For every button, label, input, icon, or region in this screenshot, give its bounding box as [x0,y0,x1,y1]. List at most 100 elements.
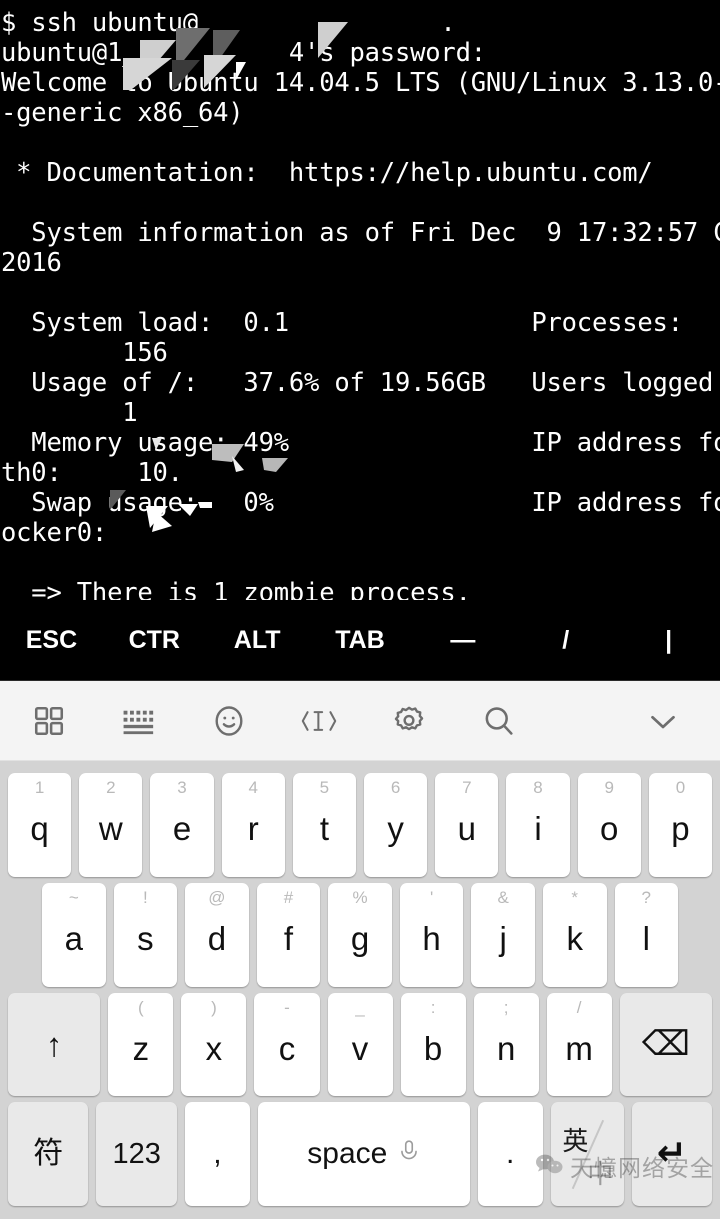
terminal-line: 156 [1,338,168,368]
fn-key-ctrl[interactable]: CTR [103,626,206,655]
key-hint: 7 [462,778,472,797]
key-label: 符 [33,1136,64,1172]
key-label: g [350,920,370,958]
key-hint: ( [138,997,144,1017]
key-b[interactable]: : b [400,992,466,1097]
key-f[interactable]: # f [256,882,321,987]
terminal-line: -generic x86_64) [1,98,244,128]
enter-key[interactable]: ↵ [631,1102,712,1206]
fn-key-slash[interactable]: / [514,626,617,655]
terminal-line: Usage of /: 37.6% of 19.56GB Users logge… [1,368,720,398]
key-x[interactable]: ) x [181,992,247,1097]
key-j[interactable]: & j [471,882,535,987]
key-label: x [205,1029,223,1067]
key-hint: # [283,887,294,907]
terminal-line: ubuntu@1_. 4's password: [1,38,486,68]
key-label: k [566,920,583,958]
phone-screen: $ ssh ubuntu@ . ubuntu@1_. 4's password:… [0,0,720,1219]
key-h[interactable]: ' h [399,882,464,987]
key-hint: ? [641,887,652,907]
period-key[interactable]: . [477,1102,543,1206]
terminal-line: 1 [1,398,138,428]
cursor-move-icon[interactable] [296,698,342,744]
key-label: w [98,810,123,848]
terminal-function-key-row: ESC CTR ALT TAB — / | [0,600,720,681]
key-s[interactable]: ! s [113,882,178,987]
key-hint: 4 [248,778,258,797]
terminal-line: Welcome to Ubuntu 14.04.5 LTS (GNU/Linux… [1,68,720,98]
key-hint: / [576,997,582,1017]
key-hint: * [571,887,579,907]
key-n[interactable]: ; n [473,992,539,1097]
key-hint: 5 [319,778,330,797]
key-label: b [423,1029,443,1067]
chevron-down-icon[interactable] [640,698,686,744]
terminal-line: ocker0: [1,518,108,548]
key-y[interactable]: 6 y [364,773,428,877]
terminal-line: $ ssh ubuntu@ . [1,8,456,38]
key-hint: - [284,997,290,1017]
terminal-line: 2016 [1,248,62,278]
key-m[interactable]: / m [546,992,612,1097]
fn-key-tab[interactable]: TAB [309,626,412,655]
key-g[interactable]: % g [328,882,392,987]
terminal-line: Memory usage: 49% IP address for e [1,428,720,458]
key-d[interactable]: @ d [185,882,249,987]
key-i[interactable]: 8 i [506,773,570,877]
key-e[interactable]: 3 e [150,773,214,877]
key-hint: 0 [675,778,686,797]
numeric-mode-key[interactable]: 123 [96,1102,177,1206]
keyboard-layout-icon[interactable] [116,698,162,744]
key-label: q [30,810,49,848]
key-v[interactable]: _ v [327,992,393,1097]
fn-key-pipe[interactable]: | [617,626,720,655]
key-hint: _ [355,997,365,1017]
key-label: h [422,920,441,958]
key-hint: 1 [34,778,45,797]
grid-apps-icon[interactable] [26,698,72,744]
terminal-output[interactable]: $ ssh ubuntu@ . ubuntu@1_. 4's password:… [0,0,720,600]
key-l[interactable]: ? l [614,882,679,987]
key-u[interactable]: 7 u [435,773,499,877]
gear-settings-icon[interactable] [386,698,432,744]
fn-key-dash[interactable]: — [411,626,514,655]
enter-arrow-icon: ↵ [656,1133,687,1175]
key-q[interactable]: 1 q [8,773,72,877]
key-hint: & [497,887,509,907]
key-label: 123 [112,1137,161,1170]
lang-english-label: 英 [562,1126,589,1157]
key-hint: ' [429,887,434,907]
key-label: i [534,810,542,848]
fn-key-esc[interactable]: ESC [0,626,103,655]
key-p[interactable]: 0 p [648,773,713,877]
fn-key-alt[interactable]: ALT [206,626,309,655]
key-label: d [207,920,227,958]
search-icon[interactable] [476,698,522,744]
key-label: p [671,810,690,848]
key-o[interactable]: 9 o [577,773,641,877]
backspace-key[interactable]: ⌫ [619,992,713,1097]
language-toggle-key[interactable]: 英 中 [550,1102,624,1206]
key-k[interactable]: * k [542,882,607,987]
emoji-smiley-icon[interactable] [206,698,252,744]
comma-key[interactable]: , [184,1102,251,1206]
language-toggle-content: 英 中 [551,1102,624,1206]
key-c[interactable]: - c [254,992,320,1097]
key-r[interactable]: 4 r [221,773,285,877]
shift-key[interactable]: ↑ [8,992,101,1097]
key-a[interactable]: ~ a [42,882,106,987]
key-hint: % [352,887,368,907]
key-hint: 9 [604,778,614,797]
key-z[interactable]: ( z [108,992,174,1097]
key-hint: 2 [106,778,116,797]
microphone-icon [398,1139,420,1170]
terminal-line: System load: 0.1 Processes: [1,308,683,338]
key-t[interactable]: 5 t [292,773,357,877]
key-w[interactable]: 2 w [79,773,143,877]
space-key[interactable]: space [258,1102,470,1206]
backspace-icon: ⌫ [641,1024,690,1065]
key-label: z [132,1029,150,1067]
symbol-mode-key[interactable]: 符 [8,1102,89,1206]
